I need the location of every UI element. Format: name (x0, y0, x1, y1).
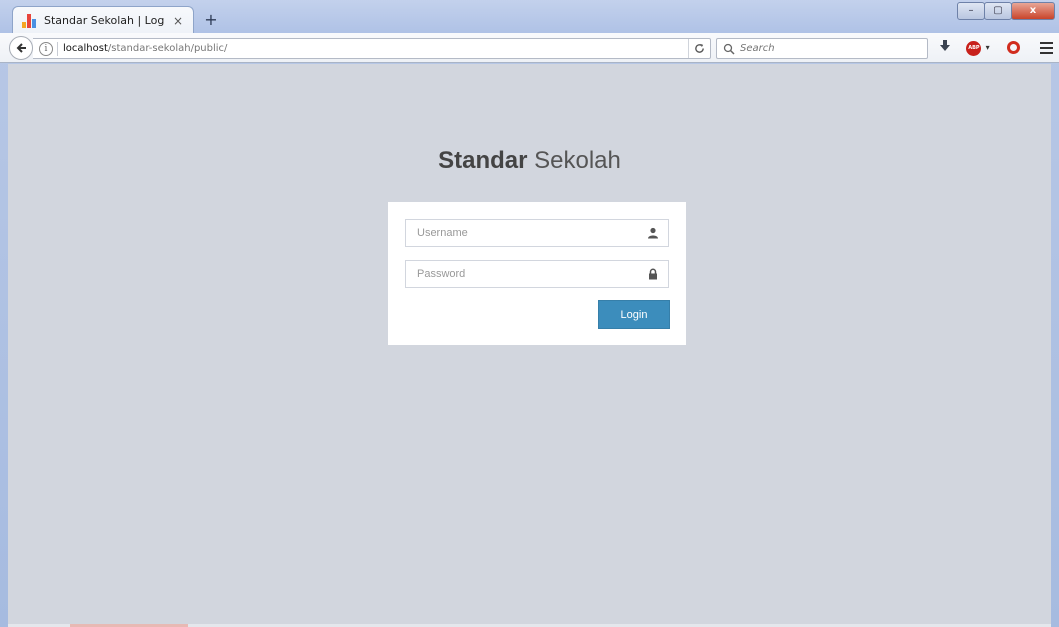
login-button[interactable]: Login (598, 300, 670, 329)
bar-chart-favicon-icon (22, 13, 38, 28)
login-logo: Standar Sekolah (8, 147, 1051, 175)
chevron-down-icon: ▾ (985, 43, 990, 52)
browser-window: Standar Sekolah | Login × + – ▢ x i loca… (0, 0, 1059, 627)
navigation-bar: i localhost /standar-sekolah/public/ Sea… (0, 33, 1059, 63)
search-icon (723, 43, 735, 55)
logo-light-text: Sekolah (527, 147, 621, 174)
password-input[interactable] (406, 261, 636, 287)
tab-title: Standar Sekolah | Login (44, 14, 165, 27)
info-icon[interactable]: i (39, 41, 53, 56)
download-icon[interactable] (938, 39, 952, 57)
search-bar[interactable] (716, 38, 928, 59)
adblock-plus-icon[interactable]: ABP ▾ (966, 39, 990, 57)
url-host: localhost (63, 43, 108, 54)
username-field-wrapper (405, 219, 669, 247)
minimize-button[interactable]: – (957, 2, 985, 20)
back-arrow-icon[interactable] (9, 36, 33, 60)
search-input[interactable] (740, 43, 920, 54)
maximize-button[interactable]: ▢ (984, 2, 1012, 20)
url-path: /standar-sekolah/public/ (107, 43, 228, 54)
lock-icon (649, 268, 657, 280)
tab-bar: Standar Sekolah | Login × + – ▢ x (0, 0, 1059, 34)
hamburger-menu-icon[interactable] (1038, 39, 1054, 57)
tab-close-icon[interactable]: × (171, 14, 185, 28)
close-window-button[interactable]: x (1011, 2, 1055, 20)
logo-bold-text: Standar (438, 147, 528, 174)
adblock-badge: ABP (966, 40, 982, 56)
opera-icon[interactable] (1004, 39, 1022, 57)
browser-tab-login[interactable]: Standar Sekolah | Login × (12, 6, 194, 34)
login-box: Login (388, 202, 686, 345)
url-separator (57, 41, 58, 56)
reload-icon[interactable] (688, 39, 710, 58)
page-viewport: Standar Sekolah Login (8, 64, 1051, 624)
user-icon (648, 227, 658, 239)
password-field-wrapper (405, 260, 669, 288)
username-input[interactable] (406, 220, 636, 246)
new-tab-button[interactable]: + (198, 9, 224, 31)
address-bar[interactable]: i localhost /standar-sekolah/public/ (33, 38, 711, 59)
window-controls: – ▢ x (957, 2, 1055, 22)
